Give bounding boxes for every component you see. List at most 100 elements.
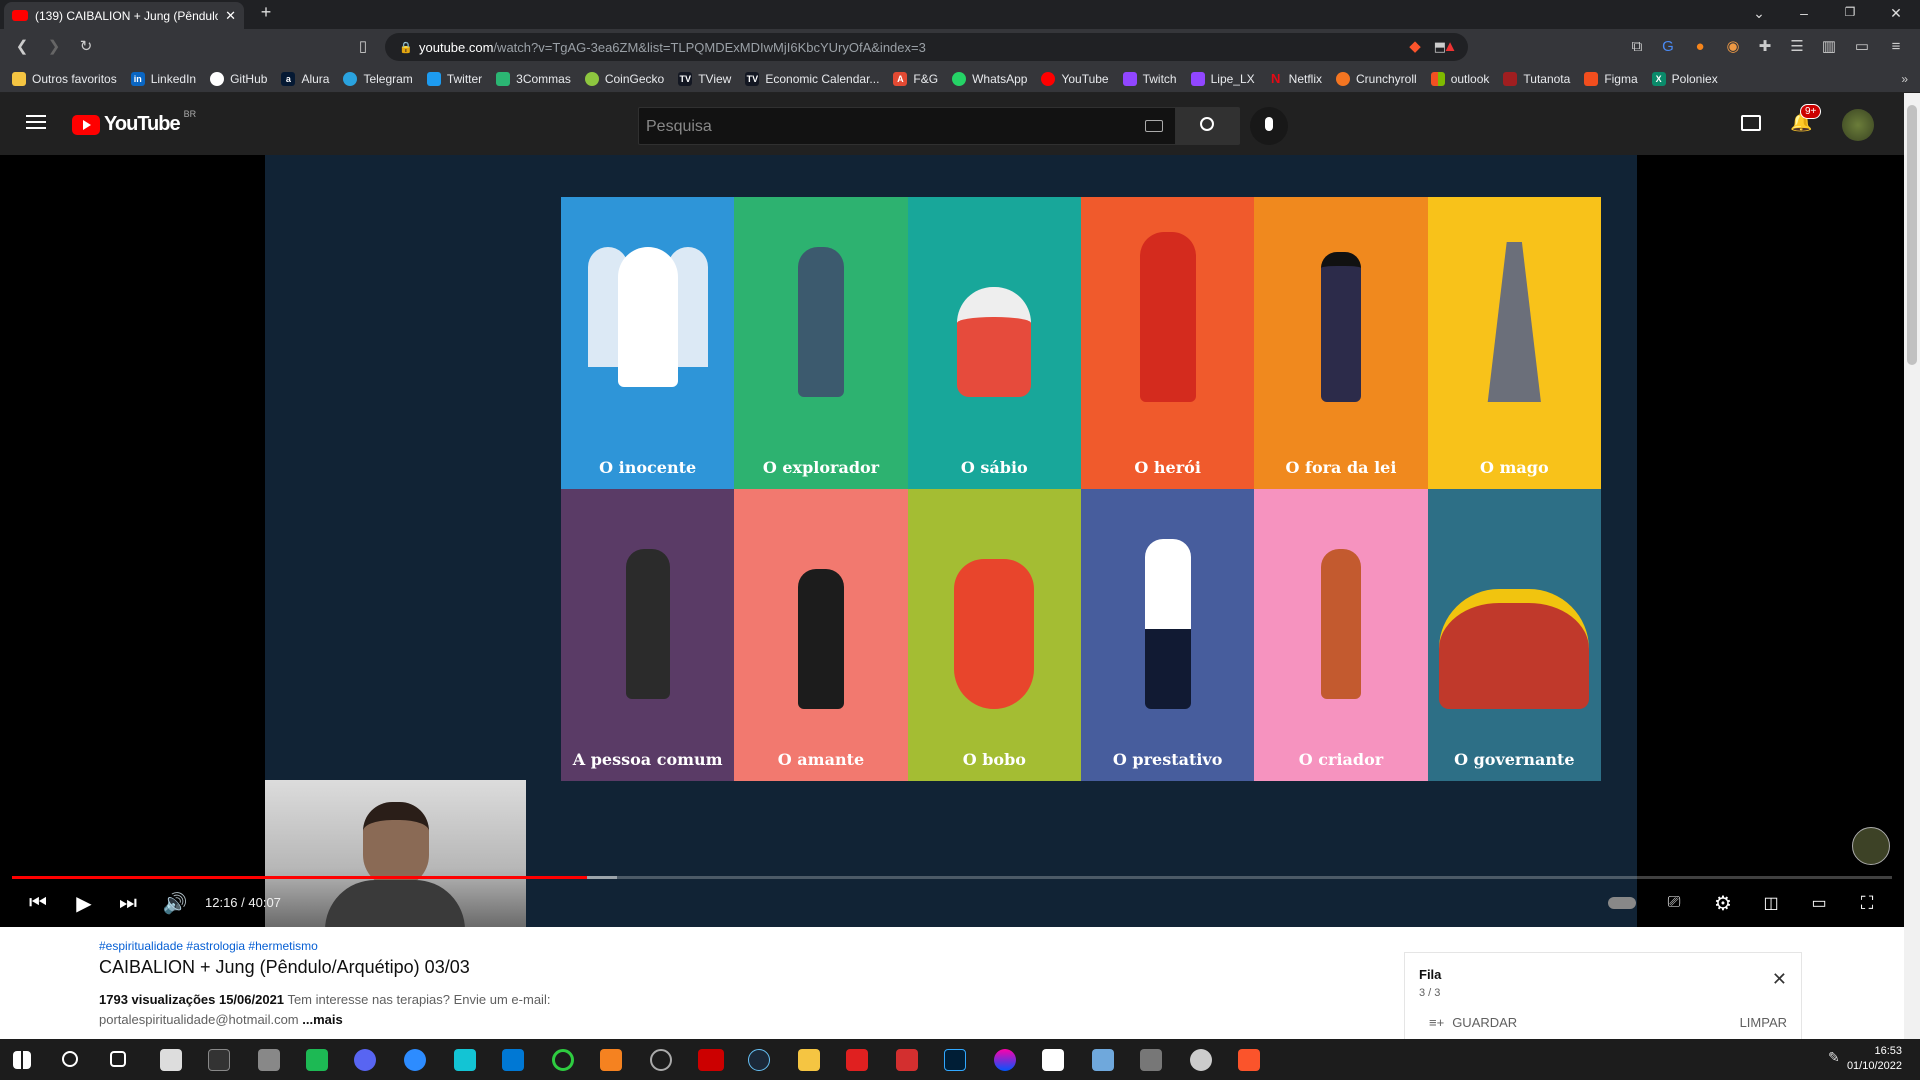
app-icon[interactable] (160, 1049, 182, 1071)
volume-button[interactable]: 🔊 (161, 890, 189, 916)
bookmark-item[interactable]: Telegram (343, 71, 413, 86)
task-view-icon[interactable] (110, 1051, 126, 1067)
video-description[interactable]: 1793 visualizações 15/06/2021 Tem intere… (99, 990, 619, 1030)
menu-icon[interactable]: ≡ (1886, 37, 1906, 57)
reload-icon[interactable]: ↻ (76, 37, 96, 57)
bookmark-item[interactable]: outlook (1430, 71, 1489, 86)
restore-button[interactable]: ❐ (1840, 5, 1860, 19)
steam-icon[interactable] (748, 1049, 770, 1071)
bookmark-item[interactable]: X Poloniex (1651, 71, 1718, 86)
back-icon[interactable]: ❮ (12, 37, 32, 57)
hamburger-menu-icon[interactable] (26, 115, 46, 129)
tab-search-icon[interactable]: ⌄ (1749, 5, 1769, 22)
zoom-icon[interactable] (404, 1049, 426, 1071)
search-icon[interactable] (62, 1051, 78, 1067)
brave-browser-icon[interactable] (1238, 1049, 1260, 1071)
bookmark-item[interactable]: TV Economic Calendar... (745, 71, 879, 86)
bookmark-item[interactable]: WhatsApp (952, 71, 1027, 86)
bookmark-page-icon[interactable]: ▯ (353, 37, 373, 57)
close-window-button[interactable]: ✕ (1886, 5, 1906, 22)
bookmark-item[interactable]: 3Commas (496, 71, 571, 86)
app-gray-icon[interactable] (1190, 1049, 1212, 1071)
bookmark-item[interactable]: CoinGecko (584, 71, 664, 86)
scrollbar-thumb[interactable] (1907, 105, 1917, 365)
file-explorer-icon[interactable] (798, 1049, 820, 1071)
bookmark-item[interactable]: Lipe_LX (1190, 71, 1255, 86)
bookmark-item[interactable]: TV TView (678, 71, 731, 86)
bookmark-item[interactable]: N Netflix (1269, 71, 1322, 86)
app-ring-icon[interactable] (552, 1049, 574, 1071)
close-queue-icon[interactable]: ✕ (1772, 969, 1787, 990)
app-cube-icon[interactable] (454, 1049, 476, 1071)
address-bar[interactable]: 🔒 youtube.com/watch?v=TgAG-3ea6ZM&list=T… (385, 33, 1468, 61)
brave-shield-icon[interactable]: ◆ (1405, 37, 1425, 57)
search-input[interactable]: Pesquisa (638, 107, 1176, 145)
app-orange-icon[interactable] (600, 1049, 622, 1071)
calculator-icon[interactable] (1140, 1049, 1162, 1071)
play-button[interactable]: ▶ (70, 890, 98, 916)
google-translate-icon[interactable]: G (1658, 37, 1678, 57)
show-more-link[interactable]: ...mais (302, 1012, 342, 1027)
video-player[interactable]: O inocente O explorador O sábio O herói … (0, 155, 1904, 930)
miniplayer-button[interactable]: ◫ (1757, 890, 1785, 916)
browser-tab-active[interactable]: (139) CAIBALION + Jung (Pêndulo ✕ (4, 2, 244, 29)
bookmark-item[interactable]: a Alura (281, 71, 329, 86)
hashtags[interactable]: #espiritualidade #astrologia #hermetismo (99, 939, 318, 953)
voicemeeter-icon[interactable] (698, 1049, 724, 1071)
sidebar-icon[interactable]: ▥ (1819, 37, 1839, 57)
bookmark-item[interactable]: in LinkedIn (130, 71, 196, 86)
headset-app-icon[interactable] (306, 1049, 328, 1071)
minimize-button[interactable]: – (1794, 5, 1814, 21)
account-avatar[interactable] (1842, 109, 1874, 141)
extensions-puzzle-icon[interactable]: ✚ (1755, 37, 1775, 57)
discord-icon[interactable] (354, 1049, 376, 1071)
notion-icon[interactable] (1042, 1049, 1064, 1071)
settings-gear-icon[interactable]: ⚙ (1709, 890, 1737, 916)
bookmark-item[interactable]: A F&G (893, 71, 938, 86)
photoshop-icon[interactable] (944, 1049, 966, 1071)
channel-watermark[interactable] (1852, 827, 1890, 865)
bookmark-item[interactable]: Tutanota (1503, 71, 1570, 86)
forward-icon[interactable]: ❯ (44, 37, 64, 57)
acrobat-icon[interactable] (846, 1049, 868, 1071)
brave-rewards-icon[interactable]: ▲ (1440, 37, 1460, 57)
fullscreen-button[interactable]: ⛶ (1853, 890, 1881, 916)
app-blue-icon[interactable] (1092, 1049, 1114, 1071)
theater-mode-button[interactable]: ▭ (1805, 890, 1833, 916)
terminal-icon[interactable] (208, 1049, 230, 1071)
bookmark-item[interactable]: Twitch (1122, 71, 1177, 86)
bookmark-item[interactable]: GitHub (210, 71, 267, 86)
translate-extension-icon[interactable]: ⧉ (1627, 37, 1647, 57)
previous-button[interactable]: ⏮ (24, 890, 52, 916)
bookmark-folder[interactable]: Outros favoritos (12, 71, 117, 86)
new-tab-button[interactable]: + (256, 2, 276, 23)
subtitles-button[interactable]: ⎚ (1660, 890, 1688, 916)
metamask-icon[interactable]: ● (1690, 37, 1710, 57)
reading-list-icon[interactable]: ☰ (1787, 37, 1807, 57)
system-clock[interactable]: 16:53 01/10/2022 (1847, 1044, 1902, 1074)
app-drop-icon[interactable] (994, 1049, 1016, 1071)
create-video-icon[interactable] (1741, 115, 1761, 131)
app-globe-icon[interactable] (650, 1049, 672, 1071)
tab-close-icon[interactable]: ✕ (225, 8, 236, 24)
voice-search-button[interactable] (1250, 107, 1288, 145)
bookmark-item[interactable]: Figma (1584, 71, 1638, 86)
microphone-app-icon[interactable] (258, 1049, 280, 1071)
extension-icon[interactable]: ◉ (1723, 37, 1743, 57)
bookmark-item[interactable]: YouTube (1041, 71, 1109, 86)
pen-icon[interactable]: ✎ (1828, 1049, 1840, 1066)
save-queue-button[interactable]: ≡+ GUARDAR (1429, 1015, 1517, 1030)
clear-queue-button[interactable]: LIMPAR (1740, 1015, 1787, 1030)
page-scrollbar[interactable] (1904, 93, 1920, 1039)
keyboard-icon[interactable] (1145, 120, 1163, 132)
progress-bar[interactable] (12, 876, 1892, 879)
windows-start-icon[interactable] (13, 1051, 31, 1069)
bookmarks-overflow-button[interactable]: » (1901, 72, 1908, 86)
app-red-icon[interactable] (896, 1049, 918, 1071)
search-button[interactable] (1176, 107, 1240, 145)
next-button[interactable]: ⏭ (114, 890, 142, 916)
youtube-logo[interactable]: YouTube BR (72, 109, 196, 136)
bookmark-item[interactable]: Crunchyroll (1336, 71, 1417, 86)
bookmark-item[interactable]: Twitter (426, 71, 482, 86)
wallet-icon[interactable]: ▭ (1852, 37, 1872, 57)
